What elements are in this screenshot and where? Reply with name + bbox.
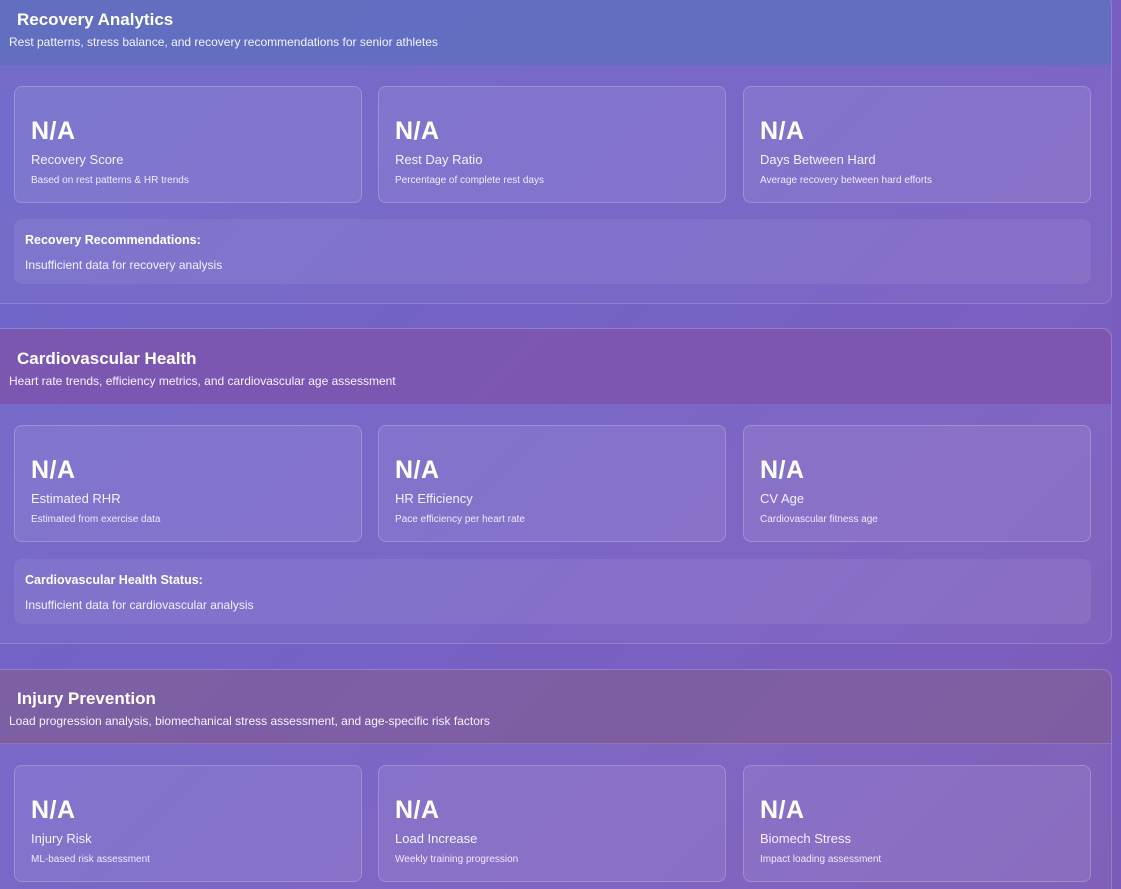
- card-label: Biomech Stress: [760, 831, 852, 846]
- card-description: Estimated from exercise data: [31, 514, 161, 525]
- card-label: HR Efficiency: [395, 491, 473, 506]
- section-subtitle: Load progression analysis, biomechanical…: [9, 714, 490, 728]
- card-description: Average recovery between hard efforts: [760, 175, 932, 186]
- card-value: N/A: [31, 796, 76, 824]
- card-value: N/A: [31, 117, 76, 145]
- metric-card-injury-risk: N/A Injury Risk ML-based risk assessment: [14, 765, 362, 882]
- section-header: Cardiovascular Health Heart rate trends,…: [0, 329, 1111, 404]
- metric-card-hr-efficiency: N/A HR Efficiency Pace efficiency per he…: [378, 425, 726, 542]
- card-label: Load Increase: [395, 831, 478, 846]
- status-title: Recovery Recommendations:: [25, 233, 201, 247]
- card-value: N/A: [31, 456, 76, 484]
- section-subtitle: Rest patterns, stress balance, and recov…: [9, 35, 438, 49]
- card-label: CV Age: [760, 491, 805, 506]
- status-title: Cardiovascular Health Status:: [25, 573, 203, 587]
- card-value: N/A: [395, 456, 440, 484]
- card-label: Rest Day Ratio: [395, 152, 483, 167]
- card-value: N/A: [760, 456, 805, 484]
- card-label: Recovery Score: [31, 152, 124, 167]
- card-description: ML-based risk assessment: [31, 854, 150, 865]
- section-header: Recovery Analytics Rest patterns, stress…: [0, 0, 1111, 65]
- metric-card-load-increase: N/A Load Increase Weekly training progre…: [378, 765, 726, 882]
- card-value: N/A: [760, 117, 805, 145]
- card-description: Impact loading assessment: [760, 854, 882, 865]
- section-title: Cardiovascular Health: [17, 349, 197, 368]
- recovery-recommendations-box: Recovery Recommendations: Insufficient d…: [14, 219, 1091, 284]
- metric-card-days-between-hard: N/A Days Between Hard Average recovery b…: [743, 86, 1091, 203]
- card-value: N/A: [395, 796, 440, 824]
- metric-card-cv-age: N/A CV Age Cardiovascular fitness age: [743, 425, 1091, 542]
- status-text: Insufficient data for cardiovascular ana…: [25, 598, 254, 612]
- injury-prevention-section: Injury Prevention Load progression analy…: [0, 669, 1112, 889]
- recovery-analytics-section: Recovery Analytics Rest patterns, stress…: [0, 0, 1112, 304]
- metric-card-estimated-rhr: N/A Estimated RHR Estimated from exercis…: [14, 425, 362, 542]
- card-value: N/A: [760, 796, 805, 824]
- cardiovascular-status-box: Cardiovascular Health Status: Insufficie…: [14, 559, 1091, 624]
- card-description: Weekly training progression: [395, 854, 519, 865]
- card-value: N/A: [395, 117, 440, 145]
- metric-card-rest-day-ratio: N/A Rest Day Ratio Percentage of complet…: [378, 86, 726, 203]
- section-subtitle: Heart rate trends, efficiency metrics, a…: [9, 374, 396, 388]
- section-title: Injury Prevention: [17, 689, 156, 708]
- card-description: Based on rest patterns & HR trends: [31, 175, 189, 186]
- card-label: Injury Risk: [31, 831, 92, 846]
- card-label: Estimated RHR: [31, 491, 121, 506]
- card-description: Cardiovascular fitness age: [760, 514, 878, 525]
- card-description: Percentage of complete rest days: [395, 175, 544, 186]
- cardiovascular-health-section: Cardiovascular Health Heart rate trends,…: [0, 328, 1112, 644]
- metric-card-biomech-stress: N/A Biomech Stress Impact loading assess…: [743, 765, 1091, 882]
- metric-card-recovery-score: N/A Recovery Score Based on rest pattern…: [14, 86, 362, 203]
- section-header: Injury Prevention Load progression analy…: [0, 670, 1111, 744]
- section-title: Recovery Analytics: [17, 10, 174, 29]
- status-text: Insufficient data for recovery analysis: [25, 258, 223, 272]
- card-description: Pace efficiency per heart rate: [395, 514, 525, 525]
- page-scrollbar[interactable]: [1112, 0, 1121, 889]
- card-label: Days Between Hard: [760, 152, 876, 167]
